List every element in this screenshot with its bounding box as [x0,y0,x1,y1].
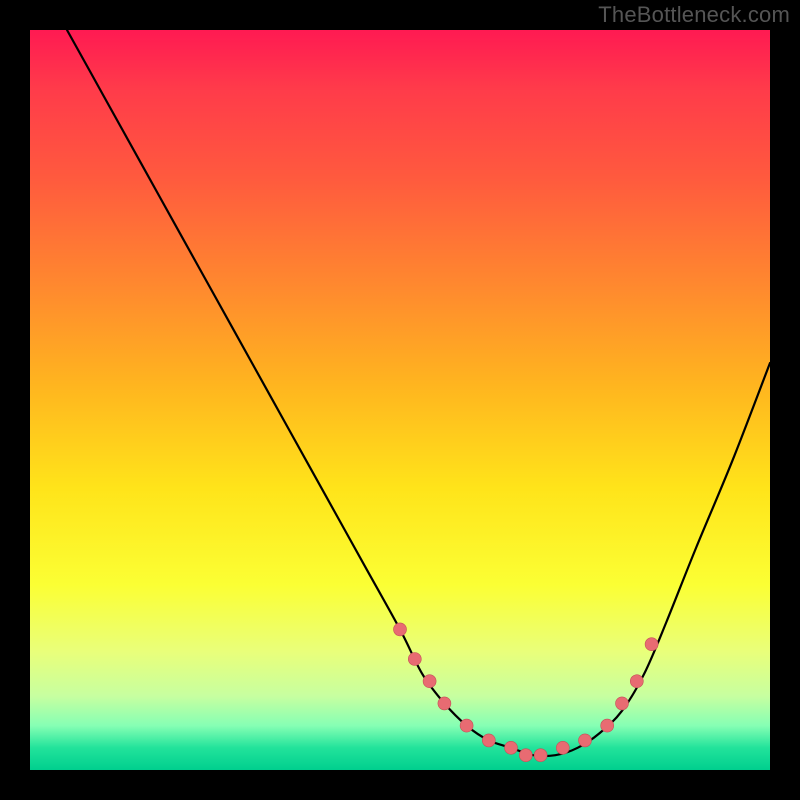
marker-dot [460,719,473,732]
marker-dot [482,734,495,747]
marker-dot [616,697,629,710]
marker-dot [579,734,592,747]
marker-dot [519,749,532,762]
watermark-text: TheBottleneck.com [598,2,790,28]
marker-dot [534,749,547,762]
marker-dot [394,623,407,636]
marker-dot [645,638,658,651]
marker-group [394,623,659,762]
marker-dot [556,741,569,754]
marker-dot [408,653,421,666]
chart-svg [30,30,770,770]
plot-area [30,30,770,770]
marker-dot [423,675,436,688]
marker-dot [438,697,451,710]
marker-dot [601,719,614,732]
marker-dot [505,741,518,754]
bottleneck-curve [67,30,770,756]
marker-dot [630,675,643,688]
chart-frame: TheBottleneck.com [0,0,800,800]
